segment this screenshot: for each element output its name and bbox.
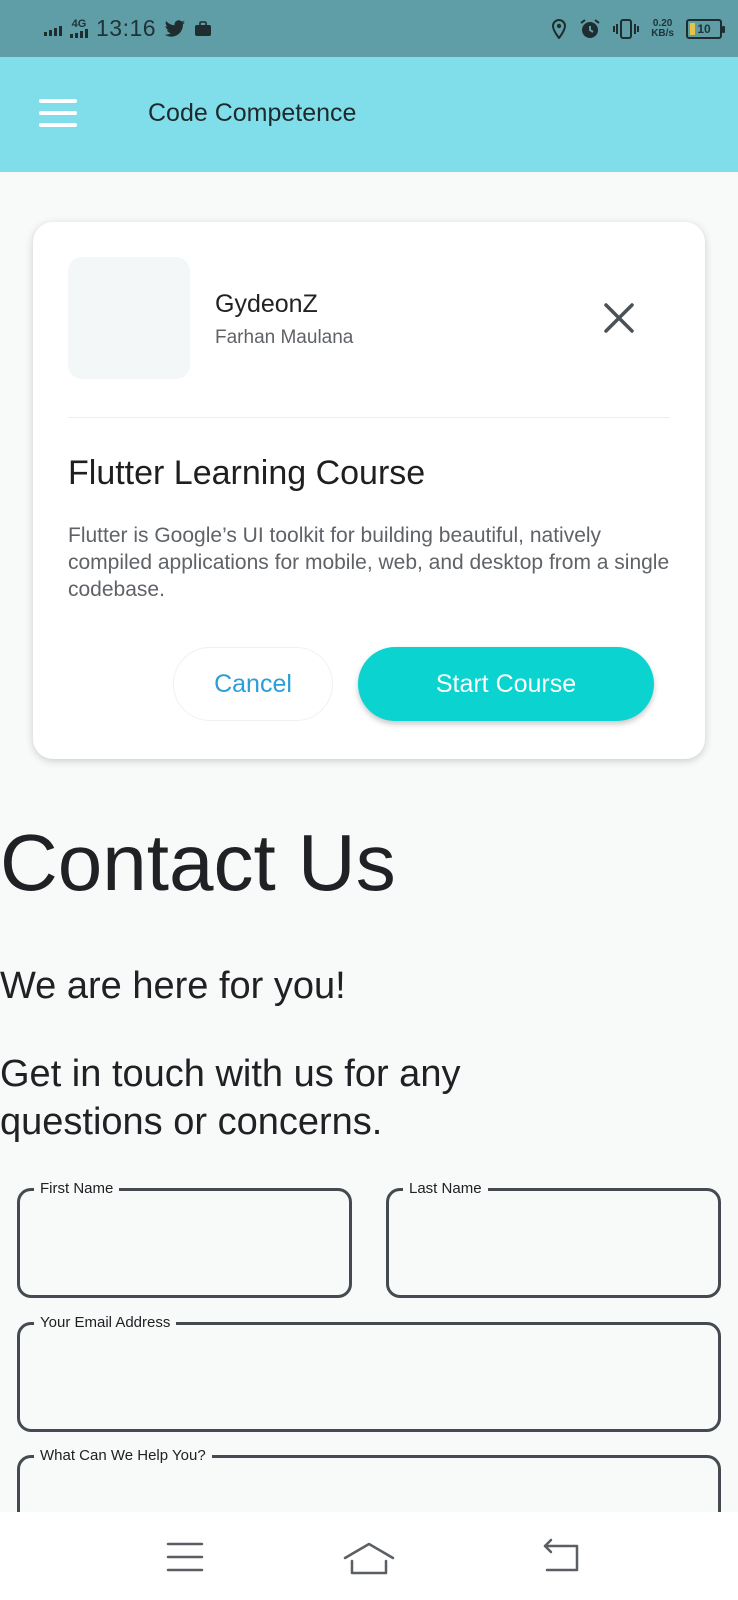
email-field[interactable]: Your Email Address [17, 1315, 721, 1432]
course-title: Flutter Learning Course [68, 454, 426, 492]
speed-value: 0.20 [652, 17, 673, 29]
first-name-label: First Name [34, 1181, 120, 1197]
email-label: Your Email Address [34, 1315, 177, 1331]
speed-unit: KB/s [651, 27, 674, 39]
home-icon[interactable] [339, 1532, 399, 1582]
status-right: 0.20 KB/s 10 [551, 17, 725, 40]
start-course-button[interactable]: Start Course [358, 647, 654, 721]
vibrate-icon [613, 18, 640, 39]
first-name-field[interactable]: First Name [17, 1181, 352, 1298]
close-icon[interactable] [601, 300, 637, 336]
network-speed: 0.20 KB/s [651, 17, 674, 39]
last-name-field[interactable]: Last Name [386, 1181, 721, 1298]
last-name-label: Last Name [403, 1181, 488, 1197]
contact-subtitle: We are here for you! [0, 965, 346, 1007]
network-type: 4G [71, 18, 87, 30]
status-bar: 4G 13:16 0.20 KB/s 10 [0, 0, 738, 57]
status-time: 13:16 [96, 15, 157, 41]
cancel-button[interactable]: Cancel [173, 647, 333, 721]
contact-text: Get in touch with us for any questions o… [0, 1053, 461, 1143]
status-left: 4G 13:16 [44, 15, 212, 42]
location-icon [552, 18, 567, 39]
app-bar: Code Competence [0, 57, 738, 172]
avatar [68, 257, 190, 379]
briefcase-icon [195, 20, 212, 36]
course-description: Flutter is Google’s UI toolkit for build… [68, 524, 670, 601]
card-username: GydeonZ [215, 290, 318, 318]
app-title: Code Competence [148, 99, 357, 127]
battery-level: 10 [697, 21, 711, 36]
help-label: What Can We Help You? [34, 1448, 212, 1464]
contact-title: Contact Us [0, 818, 396, 907]
cancel-button-label: Cancel [214, 669, 292, 698]
start-course-button-label: Start Course [435, 669, 577, 698]
twitter-icon [164, 19, 185, 37]
network-indicator: 4G [70, 19, 88, 38]
alarm-icon [580, 18, 600, 38]
card-author: Farhan Maulana [215, 327, 354, 348]
menu-icon[interactable] [39, 99, 77, 127]
navigation-bar [0, 1512, 738, 1600]
course-card: GydeonZ Farhan Maulana Flutter Learning … [33, 222, 705, 759]
divider [68, 417, 670, 418]
battery-icon: 10 [686, 18, 725, 39]
back-icon[interactable] [533, 1532, 593, 1582]
signal-icon [44, 22, 62, 36]
menu-icon[interactable] [155, 1532, 215, 1582]
